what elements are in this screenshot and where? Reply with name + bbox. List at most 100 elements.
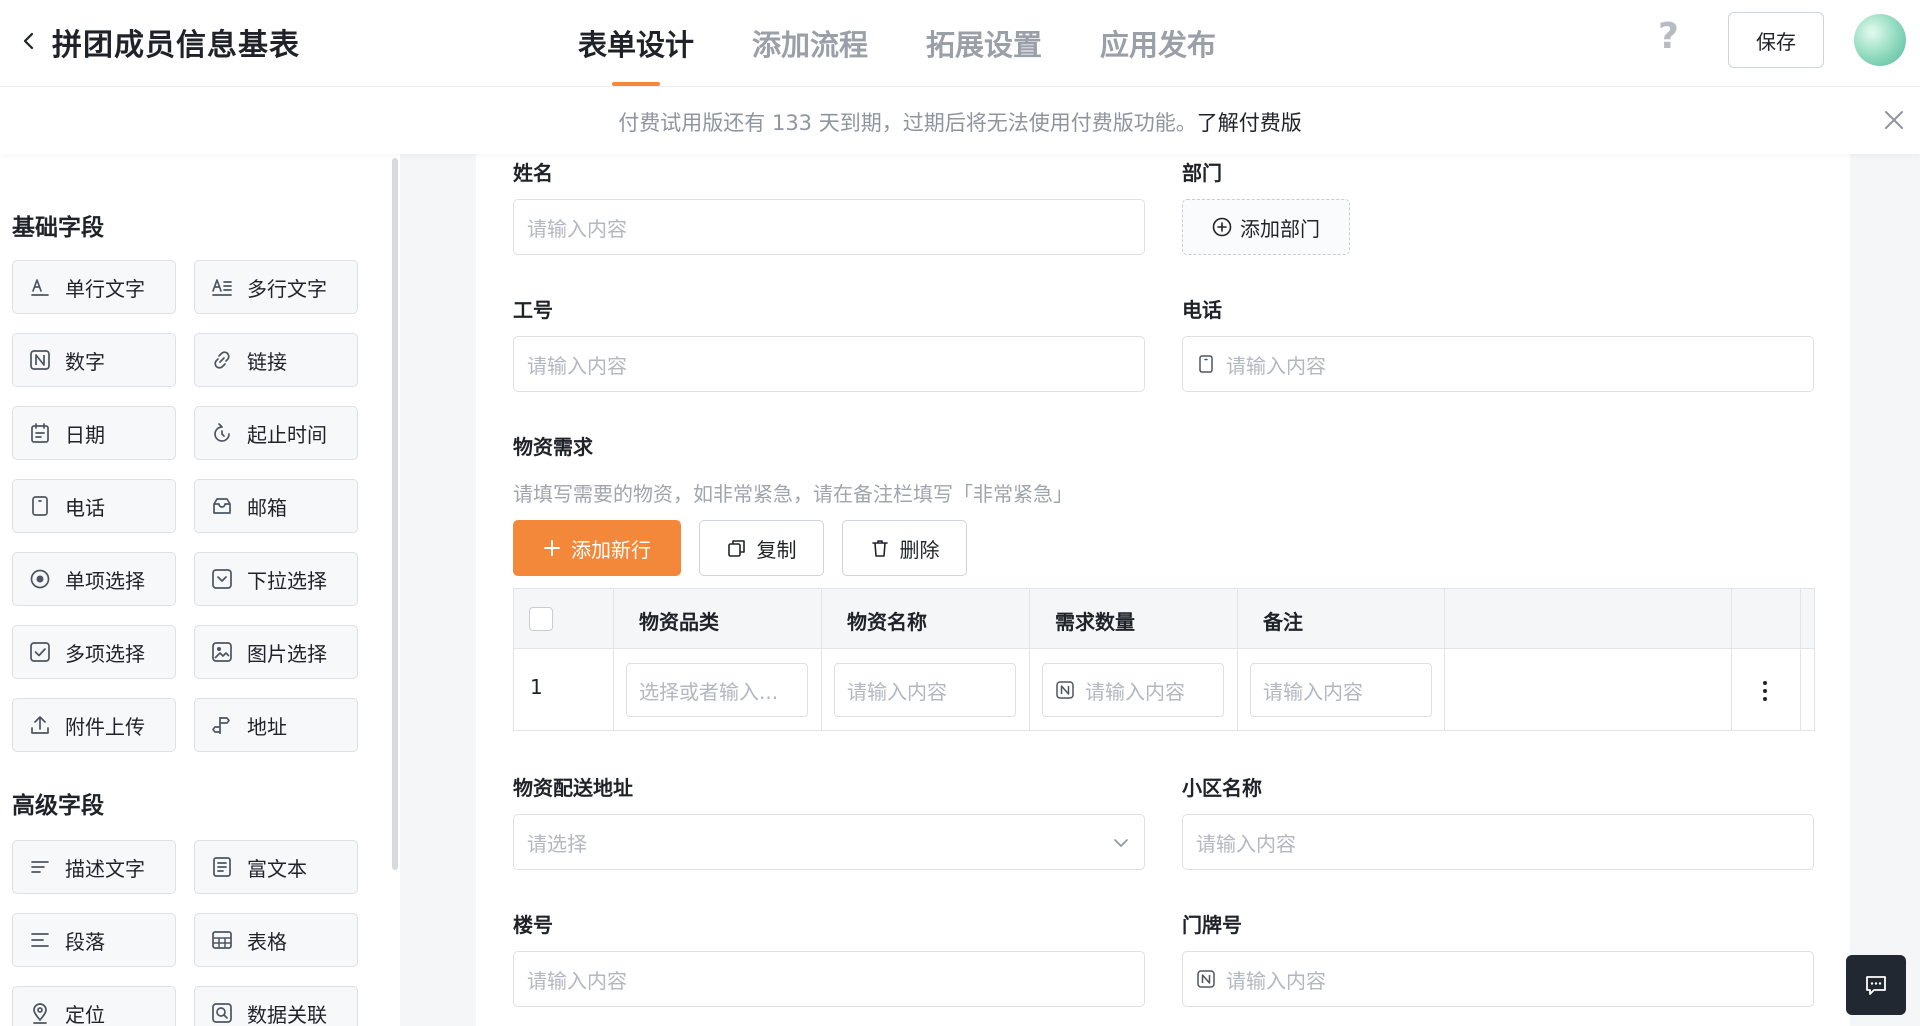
plus-icon <box>544 540 560 556</box>
phone-label: 电话 <box>1182 298 1222 322</box>
community-label: 小区名称 <box>1182 776 1262 800</box>
job-number-input[interactable]: 请输入内容 <box>513 336 1145 392</box>
rich-text-icon <box>211 856 233 878</box>
number-icon <box>1196 969 1216 989</box>
number-icon <box>1055 680 1075 700</box>
palette-scrollbar[interactable] <box>392 158 398 870</box>
main-tabs: 表单设计 添加流程 拓展设置 应用发布 <box>578 0 1216 86</box>
tab-add-flow[interactable]: 添加流程 <box>752 0 868 86</box>
radio-icon <box>29 568 51 590</box>
chevron-down-icon <box>1114 839 1128 847</box>
job-number-label: 工号 <box>513 298 553 322</box>
add-dept-button[interactable]: 添加部门 <box>1182 199 1350 255</box>
trial-notice-text: 付费试用版还有 133 天到期，过期后将无法使用付费版功能。 <box>618 111 1197 135</box>
calendar-icon <box>29 422 51 444</box>
add-row-button[interactable]: 添加新行 <box>513 520 681 576</box>
back-button[interactable] <box>12 24 46 58</box>
material-label: 物资需求 <box>513 435 593 459</box>
field-data-link[interactable]: 数据关联 <box>194 986 358 1026</box>
material-quantity-input[interactable]: 请输入内容 <box>1042 663 1224 717</box>
plus-circle-icon <box>1212 217 1232 237</box>
learn-paid-link[interactable]: 了解付费版 <box>1197 111 1302 135</box>
material-category-input[interactable]: 选择或者输入... <box>626 663 808 717</box>
chat-icon <box>1866 976 1886 995</box>
field-mail[interactable]: 邮箱 <box>194 479 358 533</box>
door-number-label: 门牌号 <box>1182 913 1242 937</box>
checkbox-icon <box>29 641 51 663</box>
field-image-select[interactable]: 图片选择 <box>194 625 358 679</box>
mail-icon <box>211 495 233 517</box>
dropdown-icon <box>211 568 233 590</box>
dept-label: 部门 <box>1182 161 1222 185</box>
field-description[interactable]: 描述文字 <box>12 840 176 894</box>
image-icon <box>211 641 233 663</box>
field-link[interactable]: 链接 <box>194 333 358 387</box>
field-table[interactable]: 表格 <box>194 913 358 967</box>
field-single-line-text[interactable]: 单行文字 <box>12 260 176 314</box>
field-upload[interactable]: 附件上传 <box>12 698 176 752</box>
name-label: 姓名 <box>513 161 553 185</box>
building-label: 楼号 <box>513 913 553 937</box>
phone-icon <box>29 495 51 517</box>
material-note-input[interactable]: 请输入内容 <box>1250 663 1432 717</box>
more-vertical-icon[interactable] <box>1754 675 1776 707</box>
phone-icon <box>1196 354 1216 374</box>
material-name-input[interactable]: 请输入内容 <box>834 663 1016 717</box>
app-title: 拼团成员信息基表 <box>52 28 300 63</box>
column-header: 物资品类 <box>639 610 719 634</box>
field-multi-line-text[interactable]: 多行文字 <box>194 260 358 314</box>
column-header: 需求数量 <box>1055 610 1135 634</box>
chat-button[interactable] <box>1846 955 1906 1015</box>
field-paragraph[interactable]: 段落 <box>12 913 176 967</box>
data-link-icon <box>211 1002 233 1024</box>
save-button[interactable]: 保存 <box>1728 12 1824 68</box>
field-address[interactable]: 地址 <box>194 698 358 752</box>
table-icon <box>211 929 233 951</box>
upload-icon <box>29 714 51 736</box>
number-icon <box>29 349 51 371</box>
field-checkbox[interactable]: 多项选择 <box>12 625 176 679</box>
community-input[interactable]: 请输入内容 <box>1182 814 1814 870</box>
avatar[interactable] <box>1854 14 1906 66</box>
field-rich-text[interactable]: 富文本 <box>194 840 358 894</box>
multi-line-text-icon <box>211 276 233 298</box>
copy-row-button[interactable]: 复制 <box>699 520 824 576</box>
copy-icon <box>727 540 745 557</box>
material-subtable: 物资品类 物资名称 需求数量 备注 1 选择或者输入... 请输入内容 请输入内… <box>513 588 1815 731</box>
select-all-checkbox[interactable] <box>529 607 553 631</box>
field-location[interactable]: 定位 <box>12 986 176 1026</box>
delivery-address-label: 物资配送地址 <box>513 776 633 800</box>
tab-app-publish[interactable]: 应用发布 <box>1100 0 1216 86</box>
description-icon <box>29 856 51 878</box>
field-time-range[interactable]: 起止时间 <box>194 406 358 460</box>
door-number-input[interactable]: 请输入内容 <box>1182 951 1814 1007</box>
column-header: 备注 <box>1263 610 1303 634</box>
building-input[interactable]: 请输入内容 <box>513 951 1145 1007</box>
delete-row-button[interactable]: 删除 <box>842 520 967 576</box>
advanced-fields-title: 高级字段 <box>12 793 104 819</box>
phone-input[interactable]: 请输入内容 <box>1182 336 1814 392</box>
field-radio[interactable]: 单项选择 <box>12 552 176 606</box>
name-input[interactable]: 请输入内容 <box>513 199 1145 255</box>
help-icon[interactable]: ? <box>1658 16 1679 57</box>
field-phone[interactable]: 电话 <box>12 479 176 533</box>
address-icon <box>211 714 233 736</box>
location-icon <box>29 1002 51 1024</box>
row-number: 1 <box>530 675 543 699</box>
delivery-address-select[interactable]: 请选择 <box>513 814 1145 870</box>
paragraph-icon <box>29 929 51 951</box>
tab-form-design[interactable]: 表单设计 <box>578 0 694 86</box>
single-line-text-icon <box>29 276 51 298</box>
field-number[interactable]: 数字 <box>12 333 176 387</box>
trial-notice-bar: 付费试用版还有 133 天到期，过期后将无法使用付费版功能。了解付费版 <box>0 86 1920 154</box>
link-icon <box>211 349 233 371</box>
close-icon[interactable] <box>1882 108 1906 132</box>
field-dropdown[interactable]: 下拉选择 <box>194 552 358 606</box>
basic-fields-title: 基础字段 <box>12 215 104 241</box>
tab-extend-settings[interactable]: 拓展设置 <box>926 0 1042 86</box>
trash-icon <box>871 540 888 557</box>
time-range-icon <box>211 422 233 444</box>
field-date[interactable]: 日期 <box>12 406 176 460</box>
material-hint: 请填写需要的物资，如非常紧急，请在备注栏填写「非常紧急」 <box>513 482 1073 506</box>
column-header: 物资名称 <box>847 610 927 634</box>
